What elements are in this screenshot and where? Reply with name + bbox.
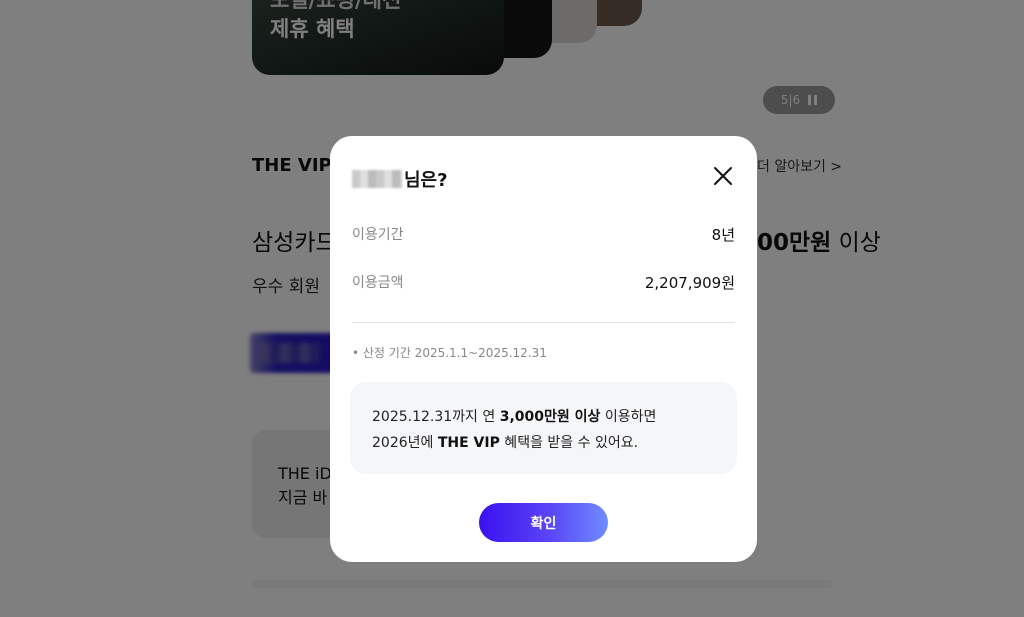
usage-period-label: 이용기간 bbox=[352, 227, 404, 243]
close-button[interactable] bbox=[711, 164, 735, 188]
calculation-period-note: • 산정 기간 2025.1.1~2025.12.31 bbox=[352, 346, 547, 360]
info-line2: 2026년에 THE VIP 혜택을 받을 수 있어요. bbox=[372, 435, 639, 451]
vip-status-modal: 님은? 이용기간 8년 이용금액 2,207,909원 • 산정 기간 2025… bbox=[330, 136, 757, 562]
divider bbox=[352, 322, 735, 323]
info-line1: 2025.12.31까지 연 3,000만원 이상 이용하면 bbox=[372, 409, 657, 425]
usage-amount-row: 이용금액 2,207,909원 bbox=[352, 272, 735, 293]
info-box: 2025.12.31까지 연 3,000만원 이상 이용하면 2026년에 TH… bbox=[350, 382, 737, 474]
modal-title: 님은? bbox=[352, 166, 448, 192]
usage-amount-value: 2,207,909원 bbox=[644, 274, 735, 292]
usage-period-value: 8년 bbox=[711, 226, 735, 244]
usage-period-row: 이용기간 8년 bbox=[352, 224, 735, 245]
confirm-button[interactable]: 확인 bbox=[479, 503, 608, 542]
masked-username bbox=[352, 170, 402, 188]
close-icon[interactable] bbox=[711, 164, 735, 188]
usage-amount-label: 이용금액 bbox=[352, 275, 404, 291]
